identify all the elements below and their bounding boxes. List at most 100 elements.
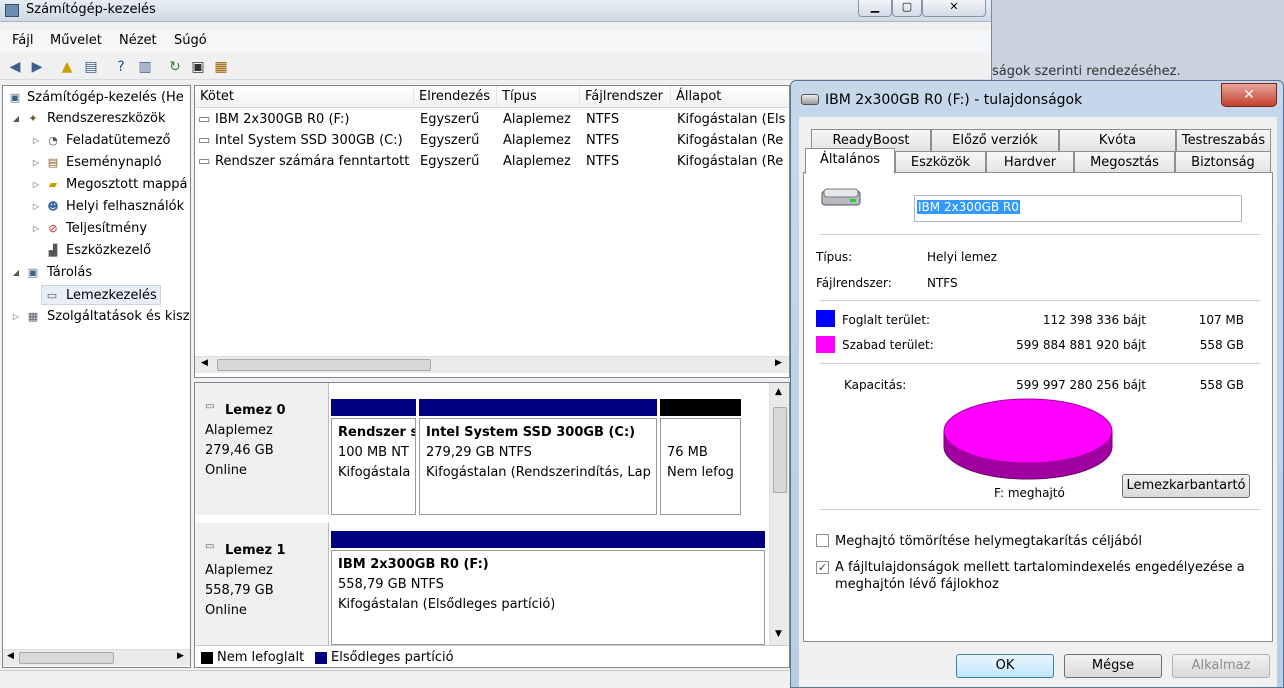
- hard-drive-icon: [821, 188, 861, 206]
- column-header-status[interactable]: Állapot: [671, 86, 789, 108]
- partition-bar-primary: [331, 531, 765, 548]
- ok-button[interactable]: OK: [956, 654, 1054, 678]
- window-title: Számítógép-kezelés: [26, 2, 156, 17]
- maximize-button[interactable]: ▢: [892, 0, 922, 17]
- up-folder-icon[interactable]: ▲: [58, 58, 76, 76]
- drive-icon: ▭: [198, 154, 211, 169]
- disk-icon: ▭: [205, 401, 215, 412]
- legend-label-primary: Elsődleges partíció: [331, 650, 454, 665]
- properties-dialog: IBM 2x300GB R0 (F:) - tulajdonságok ✕ Re…: [790, 80, 1284, 688]
- device-manager-icon: ▟: [48, 244, 58, 257]
- tab-tools[interactable]: Eszközök: [895, 151, 986, 173]
- filesystem-label: Fájlrendszer:: [816, 276, 892, 290]
- free-space-swatch: [816, 336, 835, 353]
- minimize-button[interactable]: ▁: [858, 0, 892, 17]
- partition-c-drive[interactable]: Intel System SSD 300GB (C:) 279,29 GB NT…: [419, 418, 657, 515]
- compress-drive-label: Meghajtó tömörítése helymegtakarítás cél…: [835, 534, 1142, 549]
- disk-1-label[interactable]: ▭ Lemez 1 Alaplemez 558,79 GB Online: [195, 523, 329, 645]
- collapse-arrow-icon[interactable]: ◢: [11, 263, 21, 283]
- column-header-filesystem[interactable]: Fájlrendszer: [580, 86, 671, 108]
- scroll-thumb[interactable]: [19, 652, 114, 664]
- collapse-arrow-icon[interactable]: ◢: [11, 109, 21, 129]
- back-arrow-icon[interactable]: ◀: [6, 58, 24, 76]
- main-titlebar[interactable]: Számítógép-kezelés ▁ ▢ ✕: [0, 0, 991, 22]
- tab-customize[interactable]: Testreszabás: [1176, 129, 1271, 151]
- help-icon[interactable]: ?: [112, 58, 130, 76]
- used-space-size: 107 MB: [1198, 313, 1244, 327]
- tree-item-disk-management[interactable]: ▭ Lemezkezelés: [41, 285, 161, 305]
- apply-button[interactable]: Alkalmaz: [1172, 654, 1270, 678]
- disk-icon: ▭: [205, 541, 215, 552]
- scroll-thumb[interactable]: [217, 359, 431, 371]
- capacity-label: Kapacitás:: [844, 378, 907, 392]
- storage-icon: ▣: [27, 266, 39, 279]
- legend: Nem lefoglalt Elsődleges partíció: [195, 645, 789, 667]
- expand-arrow-icon[interactable]: ▷: [31, 131, 41, 151]
- tab-hardware[interactable]: Hardver: [986, 151, 1074, 173]
- partition-bar-primary: [419, 399, 657, 416]
- expand-arrow-icon[interactable]: ▷: [31, 197, 41, 217]
- services-icon: ▦: [27, 310, 39, 323]
- tree-horizontal-scrollbar[interactable]: ◀ ▶: [3, 649, 190, 666]
- cancel-button[interactable]: Mégse: [1064, 654, 1162, 678]
- dialog-body: ReadyBoost Előző verziók Kvóta Testresza…: [799, 117, 1277, 687]
- expand-arrow-icon[interactable]: ▷: [11, 307, 21, 327]
- drive-icon: [801, 94, 819, 105]
- tab-general[interactable]: Általános: [805, 148, 895, 174]
- separator: [820, 234, 1260, 235]
- partition-unallocated[interactable]: 76 MB Nem lefog: [660, 418, 741, 515]
- show-hide-action-pane-icon[interactable]: ▥: [136, 58, 154, 76]
- tab-security[interactable]: Biztonság: [1175, 151, 1271, 173]
- expand-arrow-icon[interactable]: ▷: [31, 175, 41, 195]
- tab-previous-versions[interactable]: Előző verziók: [931, 129, 1059, 151]
- background-window-text: ságok szerinti rendezéséhez.: [992, 64, 1181, 79]
- dialog-title: IBM 2x300GB R0 (F:) - tulajdonságok: [825, 92, 1083, 108]
- dialog-close-button[interactable]: ✕: [1221, 83, 1277, 107]
- partition-bar-unallocated: [660, 399, 741, 416]
- capacity-bytes: 599 997 280 256 bájt: [1016, 378, 1146, 392]
- volume-list-horizontal-scrollbar[interactable]: ◀ ▶: [195, 356, 789, 373]
- used-space-bytes: 112 398 336 bájt: [1042, 313, 1146, 327]
- index-files-checkbox[interactable]: ✓: [816, 561, 829, 574]
- menu-bar: Fájl Művelet Nézet Súgó: [0, 30, 991, 52]
- settings-icon[interactable]: ▦: [212, 58, 230, 76]
- navigation-tree: ▣ Számítógép-kezelés (He ◢ ✦ Rendszeresz…: [2, 85, 191, 668]
- toolbar: ◀ ▶ ▲ ▤ ? ▥ ↻ ▣ ▦: [0, 54, 991, 80]
- free-space-size: 558 GB: [1199, 338, 1244, 352]
- refresh-icon[interactable]: ↻: [166, 58, 184, 76]
- menu-help[interactable]: Súgó: [174, 33, 207, 48]
- tools-icon: ✦: [28, 112, 38, 125]
- disk-cleanup-button[interactable]: Lemezkarbantartó: [1122, 474, 1250, 498]
- column-header-type[interactable]: Típus: [497, 86, 580, 108]
- tab-quota[interactable]: Kvóta: [1059, 129, 1176, 151]
- partition-system-reserved[interactable]: Rendszer s 100 MB NT Kifogástala: [331, 418, 416, 515]
- close-button[interactable]: ✕: [922, 0, 986, 17]
- separator: [820, 300, 1260, 301]
- partition-bar-primary: [331, 399, 416, 416]
- event-log-icon: ▤: [47, 156, 59, 169]
- partition-f-drive[interactable]: IBM 2x300GB R0 (F:) 558,79 GB NTFS Kifog…: [331, 550, 765, 645]
- volume-label-input[interactable]: IBM 2x300GB R0: [914, 195, 1242, 222]
- menu-file[interactable]: Fájl: [12, 33, 33, 48]
- legend-swatch-unallocated: [201, 652, 213, 664]
- disk-graphical-view: ▭ Lemez 0 Alaplemez 279,46 GB Online Ren…: [194, 382, 790, 668]
- column-header-volume[interactable]: Kötet: [195, 86, 414, 108]
- general-tab-panel: IBM 2x300GB R0 Típus: Helyi lemez Fájlre…: [803, 172, 1273, 642]
- menu-view[interactable]: Nézet: [119, 33, 157, 48]
- used-space-label: Foglalt terület:: [842, 313, 931, 327]
- drive-icon: ▭: [198, 112, 211, 127]
- expand-arrow-icon[interactable]: ▷: [31, 219, 41, 239]
- disk-view-vertical-scrollbar[interactable]: ▲ ▼: [769, 383, 789, 645]
- disk-0-label[interactable]: ▭ Lemez 0 Alaplemez 279,46 GB Online: [195, 383, 329, 515]
- tab-sharing[interactable]: Megosztás: [1074, 151, 1175, 173]
- menu-action[interactable]: Művelet: [50, 33, 102, 48]
- properties-icon[interactable]: ▣: [189, 58, 207, 76]
- compress-drive-checkbox[interactable]: [816, 534, 829, 547]
- column-header-layout[interactable]: Elrendezés: [414, 86, 497, 108]
- forward-arrow-icon[interactable]: ▶: [28, 58, 46, 76]
- expand-arrow-icon[interactable]: ▷: [31, 153, 41, 173]
- scroll-thumb[interactable]: [773, 407, 787, 493]
- legend-label-unallocated: Nem lefoglalt: [217, 650, 305, 665]
- show-hide-tree-icon[interactable]: ▤: [82, 58, 100, 76]
- free-space-bytes: 599 884 881 920 bájt: [1016, 338, 1146, 352]
